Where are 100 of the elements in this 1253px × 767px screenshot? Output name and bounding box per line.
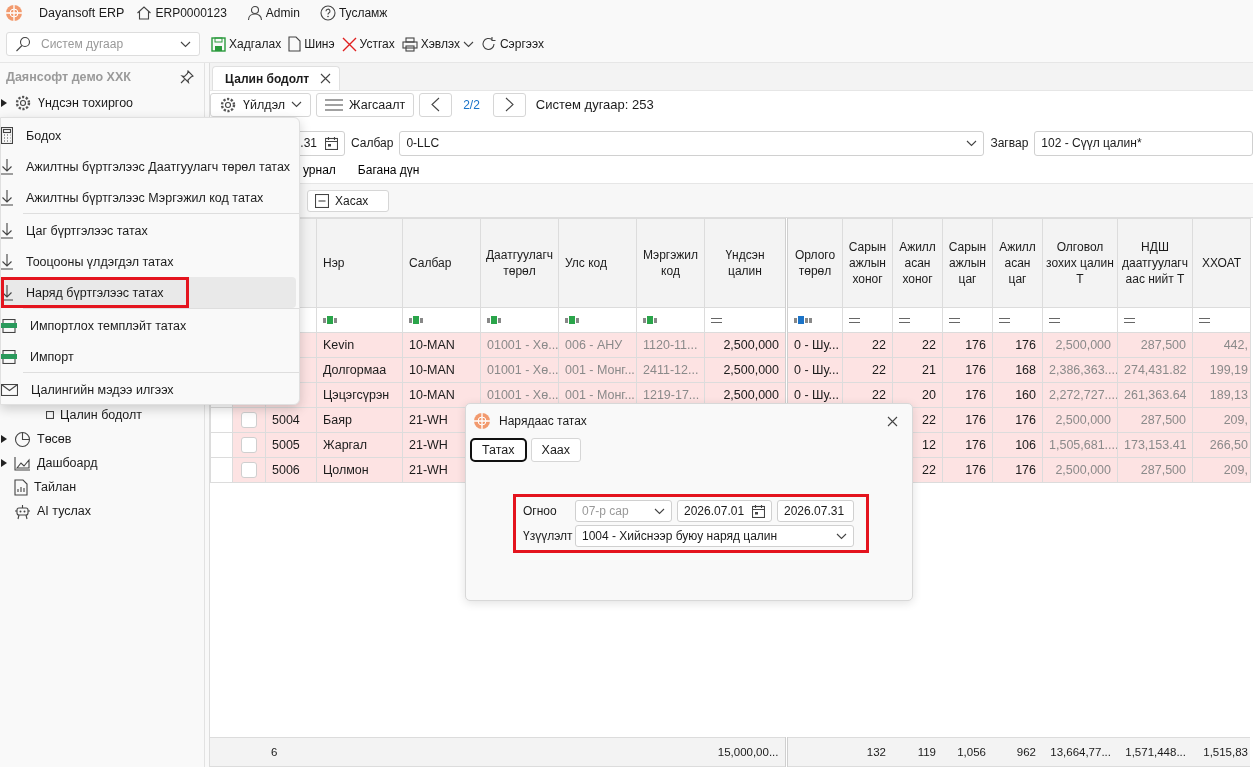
dialog-button[interactable]: Хаах: [530, 438, 582, 462]
close-tab-button[interactable]: [318, 73, 333, 84]
tree-item[interactable]: Төсөв: [0, 427, 204, 451]
column-header[interactable]: Улс код: [558, 218, 637, 308]
column-header[interactable]: Даатгуулагч төрөл: [480, 218, 559, 308]
pin-button[interactable]: [178, 70, 196, 84]
refresh-icon: [480, 36, 497, 52]
table-cell: 001 - Монг...: [558, 357, 637, 383]
column-header[interactable]: Ажилласан цаг: [992, 218, 1043, 308]
total-cell: 119: [892, 737, 942, 767]
column-header[interactable]: Сарын ажлын хоног: [842, 218, 893, 308]
dialog-button[interactable]: Татах: [470, 438, 527, 462]
tree-item[interactable]: Үндсэн тохиргоо: [0, 91, 204, 115]
checkbox[interactable]: [241, 437, 257, 453]
column-header[interactable]: Олговол зохих цалин Т: [1042, 218, 1118, 308]
equals-filter-icon: [1124, 317, 1135, 323]
user-menu[interactable]: Admin: [244, 5, 302, 21]
table-cell: 10-MAN: [402, 357, 481, 383]
download-arrow-icon: [1, 189, 13, 206]
column-header[interactable]: Салбар: [402, 218, 481, 308]
spreadsheet-icon: [1, 349, 17, 364]
page-counter: 2/2: [463, 97, 480, 112]
table-cell: 006 - АНУ: [558, 332, 637, 358]
database-link[interactable]: ERP0000123: [134, 5, 229, 21]
next-button[interactable]: [492, 92, 526, 117]
search-box[interactable]: Систем дугаар: [6, 32, 200, 56]
delete-icon: [341, 36, 357, 52]
template-field[interactable]: 102 - Сүүл цалин*: [1034, 130, 1253, 156]
delete-button[interactable]: Устгах: [339, 36, 397, 52]
report-icon: [14, 478, 28, 496]
menu-item[interactable]: Импортлох темплэйт татах: [1, 310, 296, 341]
column-header[interactable]: Орлого төрөл: [786, 218, 843, 308]
close-icon: [320, 73, 331, 84]
table-cell: 2,500,000: [704, 332, 787, 358]
refresh-button[interactable]: Сэргээх: [478, 36, 546, 52]
column-header[interactable]: ХХОАТ: [1192, 218, 1251, 308]
total-cell: 15,000,00...: [704, 737, 786, 767]
total-cell: 1,056: [942, 737, 992, 767]
table-cell: 01001 - Хө...: [480, 357, 559, 383]
caret-icon: [291, 101, 303, 108]
caret-icon: [836, 532, 847, 540]
previous-button[interactable]: [419, 92, 453, 117]
sub-tab[interactable]: Багана дүн: [346, 162, 431, 177]
column-header[interactable]: Нэр: [316, 218, 403, 308]
column-header[interactable]: Үндсэн цалин: [704, 218, 787, 308]
menu-item[interactable]: Цаг бүртгэлээс татах: [1, 215, 296, 246]
list-button[interactable]: Жагсаалт: [316, 92, 415, 117]
caret-icon: [180, 40, 191, 48]
square-bullet-icon: [46, 411, 54, 419]
branch-select[interactable]: 0-LLC: [399, 130, 985, 156]
help-link[interactable]: Тусламж: [317, 5, 390, 21]
robot-icon: [14, 502, 31, 520]
remove-button[interactable]: Хасах: [307, 189, 390, 212]
home-icon: [136, 5, 153, 21]
calendar-icon: [325, 136, 338, 150]
menu-item[interactable]: Цалингийн мэдээ илгээх: [1, 374, 296, 405]
menu-item[interactable]: Тооцооны үлдэгдэл татах: [1, 246, 296, 277]
save-button[interactable]: Хадгалах: [209, 36, 284, 52]
print-button[interactable]: Хэвлэх: [399, 36, 476, 52]
table-cell: 10-MAN: [402, 332, 481, 358]
caret-icon: [462, 40, 474, 48]
column-header[interactable]: Ажилласан хоног: [892, 218, 943, 308]
checkbox[interactable]: [241, 462, 257, 478]
menu-item[interactable]: Ажилтны бүртгэлээс Мэргэжил код татах: [1, 182, 296, 213]
document-tab[interactable]: Цалин бодолт: [212, 66, 340, 90]
pie-chart-icon: [14, 430, 31, 448]
tree-item[interactable]: Дашбоард: [0, 451, 204, 475]
tree-item[interactable]: Цалин бодолт: [0, 403, 204, 427]
field-label: Загвар: [990, 136, 1029, 150]
close-button[interactable]: [885, 415, 900, 427]
menu-item[interactable]: Наряд бүртгэлээс татах: [1, 277, 296, 308]
chevron-right-icon: [504, 97, 514, 112]
pin-icon: [180, 70, 194, 84]
text-filter-icon: [794, 316, 814, 324]
equals-filter-icon: [1199, 317, 1210, 323]
download-arrow-icon: [1, 253, 13, 270]
menu-item[interactable]: Импорт: [1, 341, 296, 372]
date-field[interactable]: 2026.07.01: [677, 500, 772, 522]
action-dropdown[interactable]: Үйлдэл: [210, 92, 312, 117]
search-field[interactable]: Систем дугаар: [39, 36, 172, 52]
column-header[interactable]: Сарын ажлын цаг: [942, 218, 993, 308]
table-cell: Жаргал: [316, 432, 403, 458]
table-cell: Цэцэгсүрэн: [316, 382, 403, 408]
list-icon: [325, 98, 344, 111]
spreadsheet-icon: [1, 318, 17, 333]
checkbox[interactable]: [241, 412, 257, 428]
table-cell: Баяр: [316, 407, 403, 433]
column-header[interactable]: Мэргэжил код: [636, 218, 705, 308]
tree-item[interactable]: Тайлан: [0, 475, 204, 499]
tree-item[interactable]: AI туслах: [0, 499, 204, 523]
date-field[interactable]: 2026.07.31: [777, 500, 854, 522]
printer-icon: [401, 36, 418, 52]
indicator-select[interactable]: 1004 - Хийснээр буюу наряд цалин: [575, 525, 854, 547]
new-button[interactable]: Шинэ: [286, 36, 337, 52]
menu-item[interactable]: Бодох: [1, 120, 296, 151]
field-label: Огноо: [523, 504, 558, 518]
company-name: Даянсофт демо ХХК: [6, 70, 131, 84]
gear-icon: [219, 95, 237, 114]
table-cell: 0 - Шу...: [786, 357, 843, 383]
column-header[interactable]: НДШ даатгуулагчаас нийт Т: [1117, 218, 1193, 308]
